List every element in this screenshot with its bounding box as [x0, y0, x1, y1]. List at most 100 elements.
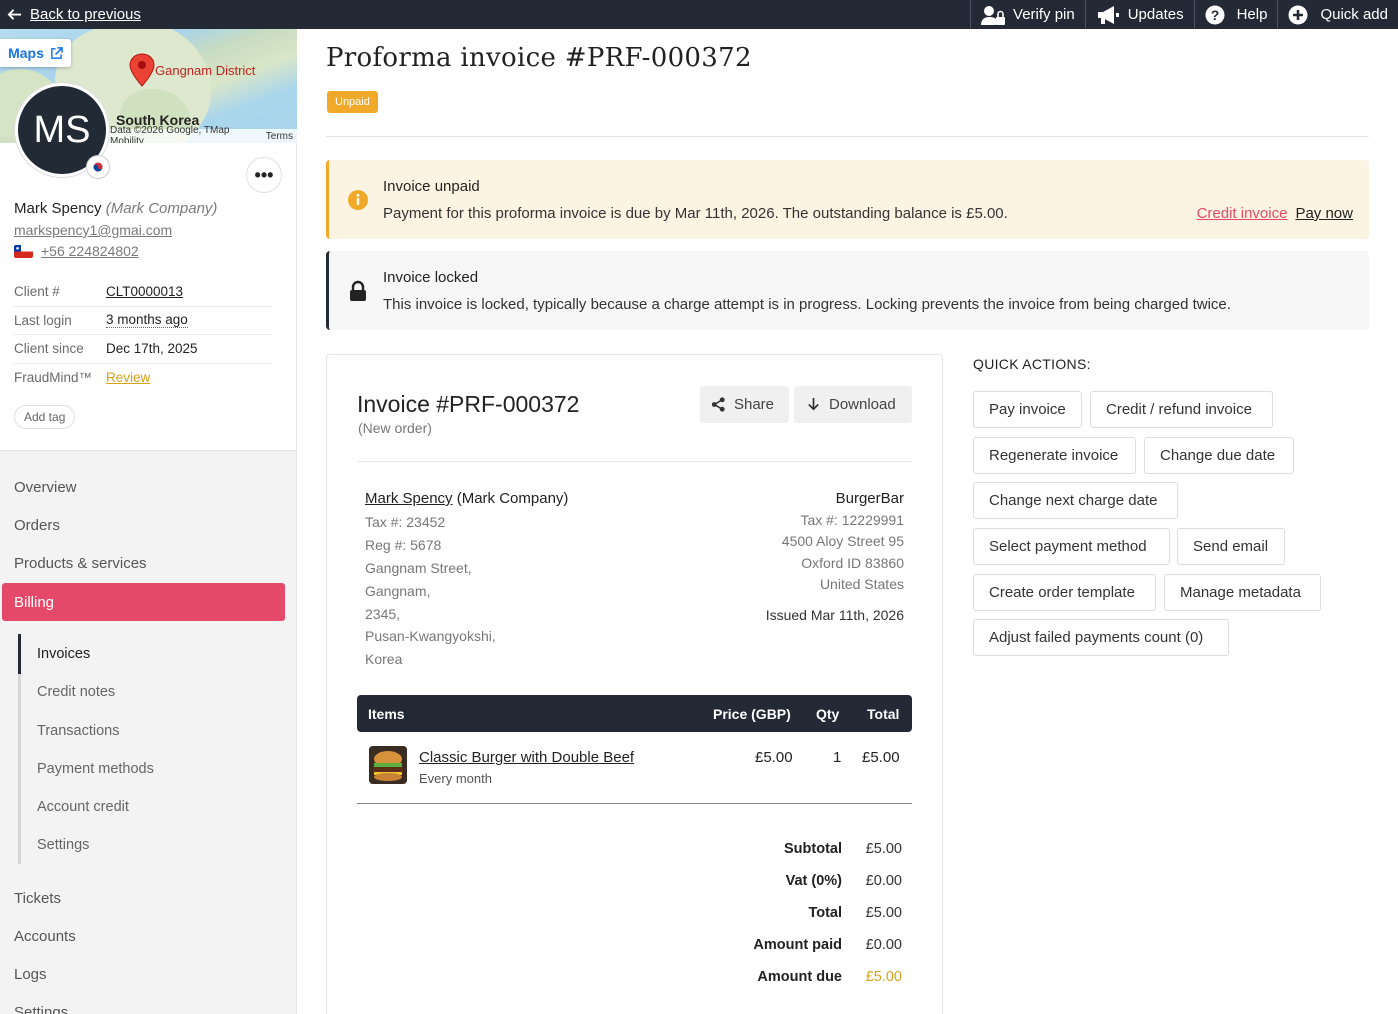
share-label: Share — [733, 396, 774, 413]
verify-pin-button[interactable]: Verify pin — [970, 0, 1085, 29]
plus-circle-icon — [1288, 5, 1308, 24]
top-actions: Verify pin Updates ? Help Quick add — [970, 0, 1398, 29]
client-number-value[interactable]: CLT0000013 — [106, 284, 183, 299]
updates-button[interactable]: Updates — [1084, 0, 1194, 29]
total-value: £5.00 — [865, 905, 902, 921]
nav-item-tickets[interactable]: Tickets — [14, 890, 61, 907]
address-line: Reg #: 5678 — [365, 536, 442, 553]
manage-metadata-button[interactable]: Manage metadata — [1164, 574, 1321, 611]
pay-invoice-button[interactable]: Pay invoice — [973, 391, 1082, 428]
info-key: FraudMind™ — [14, 370, 93, 386]
help-button[interactable]: ? Help — [1193, 0, 1278, 29]
create-order-template-button[interactable]: Create order template — [973, 574, 1156, 611]
total-label: Vat (0%) — [785, 873, 842, 889]
subnav-item-payment-methods[interactable]: Payment methods — [37, 761, 154, 777]
quick-add-button[interactable]: Quick add — [1277, 0, 1398, 29]
address-line: Gangnam Street, — [365, 559, 472, 576]
fraudmind-review-link[interactable]: Review — [106, 370, 150, 385]
fraudmind-row: FraudMind™ Review — [14, 364, 273, 393]
back-to-previous-link[interactable]: Back to previous — [0, 6, 141, 23]
client-since-row: Client since Dec 17th, 2025 — [14, 335, 273, 364]
nav-item-billing[interactable]: Billing — [2, 583, 285, 621]
client-number-row: Client # CLT0000013 — [14, 278, 273, 307]
address-line: United States — [819, 576, 904, 592]
subnav-item-account-credit[interactable]: Account credit — [37, 799, 129, 815]
open-maps-button[interactable]: Maps — [0, 39, 71, 67]
item-period: Every month — [419, 771, 492, 786]
bill-from-address: BurgerBar Tax #: 12229991 4500 Aloy Stre… — [782, 488, 904, 596]
client-phone-link[interactable]: +56 224824802 — [41, 243, 139, 259]
map-attribution: Data ©2026 Google, TMap Mobility Terms — [106, 125, 297, 143]
adjust-failed-payments-button[interactable]: Adjust failed payments count (0) — [973, 619, 1229, 656]
add-tag-button[interactable]: Add tag — [14, 405, 76, 429]
external-link-icon — [51, 46, 63, 59]
amount-paid-row: Amount paid £0.00 — [357, 937, 912, 957]
invoice-subtitle: (New order) — [358, 420, 432, 436]
info-key: Last login — [14, 312, 72, 328]
amount-due-row: Amount due £5.00 — [357, 969, 912, 989]
share-icon — [711, 397, 725, 412]
divider — [326, 136, 1369, 137]
invoice-unpaid-alert: Invoice unpaid Payment for this proforma… — [326, 160, 1369, 239]
subnav-item-transactions[interactable]: Transactions — [37, 723, 119, 739]
address-line: Oxford ID 83860 — [801, 554, 904, 571]
subnav-item-invoices[interactable]: Invoices — [37, 646, 90, 662]
issued-date: Issued Mar 11th, 2026 — [765, 607, 904, 623]
nav-item-overview[interactable]: Overview — [14, 479, 77, 496]
arrow-left-icon — [7, 9, 22, 20]
send-email-button[interactable]: Send email — [1177, 528, 1285, 565]
info-key: Client # — [14, 284, 60, 300]
alert-title: Invoice locked — [383, 269, 479, 286]
change-due-date-button[interactable]: Change due date — [1144, 437, 1294, 474]
address-line: Tax #: 12229991 — [800, 511, 904, 528]
client-email-link[interactable]: markspency1@gmai.com — [14, 222, 172, 238]
total-value: £0.00 — [865, 937, 902, 953]
bill-to-address: Mark Spency (Mark Company) Tax #: 23452 … — [365, 488, 568, 671]
subnav-item-credit-notes[interactable]: Credit notes — [37, 684, 115, 700]
nav-item-accounts[interactable]: Accounts — [14, 928, 76, 945]
nav-item-orders[interactable]: Orders — [14, 517, 60, 534]
alert-title: Invoice unpaid — [383, 178, 480, 195]
credit-invoice-link[interactable]: Credit invoice — [1197, 205, 1288, 222]
chile-flag-icon — [14, 244, 33, 258]
item-name-link[interactable]: Classic Burger with Double Beef — [419, 749, 634, 766]
items-table-header: Items Price (GBP) Qty Total — [357, 695, 912, 732]
quick-add-label: Quick add — [1320, 6, 1388, 23]
alert-text: This invoice is locked, typically becaus… — [383, 296, 1231, 313]
verify-pin-label: Verify pin — [1013, 6, 1075, 23]
page-title: Proforma invoice #PRF-000372 — [326, 43, 752, 73]
alert-actions: Credit invoice Pay now — [1197, 205, 1353, 222]
map-terms-link[interactable]: Terms — [266, 131, 293, 142]
bill-to-client-link[interactable]: Mark Spency — [365, 490, 453, 507]
client-name: Mark Spency (Mark Company) — [14, 200, 217, 217]
burger-thumbnail — [369, 746, 407, 784]
nav-item-products-services[interactable]: Products & services — [14, 555, 147, 572]
nav-item-logs[interactable]: Logs — [14, 966, 47, 983]
change-next-charge-date-button[interactable]: Change next charge date — [973, 482, 1178, 519]
download-icon — [808, 397, 819, 411]
client-company: (Mark Company) — [105, 200, 218, 217]
select-payment-method-button[interactable]: Select payment method — [973, 528, 1170, 565]
nav-item-settings[interactable]: Settings — [14, 1004, 68, 1014]
item-qty: 1 — [833, 749, 842, 766]
last-login-value: 3 months ago — [106, 312, 188, 329]
address-line: Korea — [365, 651, 403, 668]
subnav-item-settings[interactable]: Settings — [37, 837, 89, 853]
help-label: Help — [1236, 6, 1268, 23]
pay-now-link[interactable]: Pay now — [1295, 205, 1353, 222]
client-more-options-button[interactable]: ••• — [246, 157, 282, 193]
address-line: Gangnam, — [365, 582, 431, 599]
credit-refund-invoice-button[interactable]: Credit / refund invoice — [1090, 391, 1273, 428]
regenerate-invoice-button[interactable]: Regenerate invoice — [973, 437, 1136, 474]
total-value: £5.00 — [865, 841, 902, 857]
total-label: Amount paid — [753, 937, 842, 953]
top-bar: Back to previous Verify pin Updates ? He… — [0, 0, 1398, 29]
item-total: £5.00 — [862, 749, 900, 766]
info-key: Client since — [14, 341, 84, 357]
share-button[interactable]: Share — [700, 386, 789, 423]
megaphone-icon — [1097, 5, 1119, 24]
total-label: Amount due — [757, 969, 842, 985]
column-header-qty: Qty — [816, 706, 840, 722]
client-nav: Overview Orders Products & services Bill… — [0, 450, 296, 1014]
download-button[interactable]: Download — [794, 386, 912, 423]
